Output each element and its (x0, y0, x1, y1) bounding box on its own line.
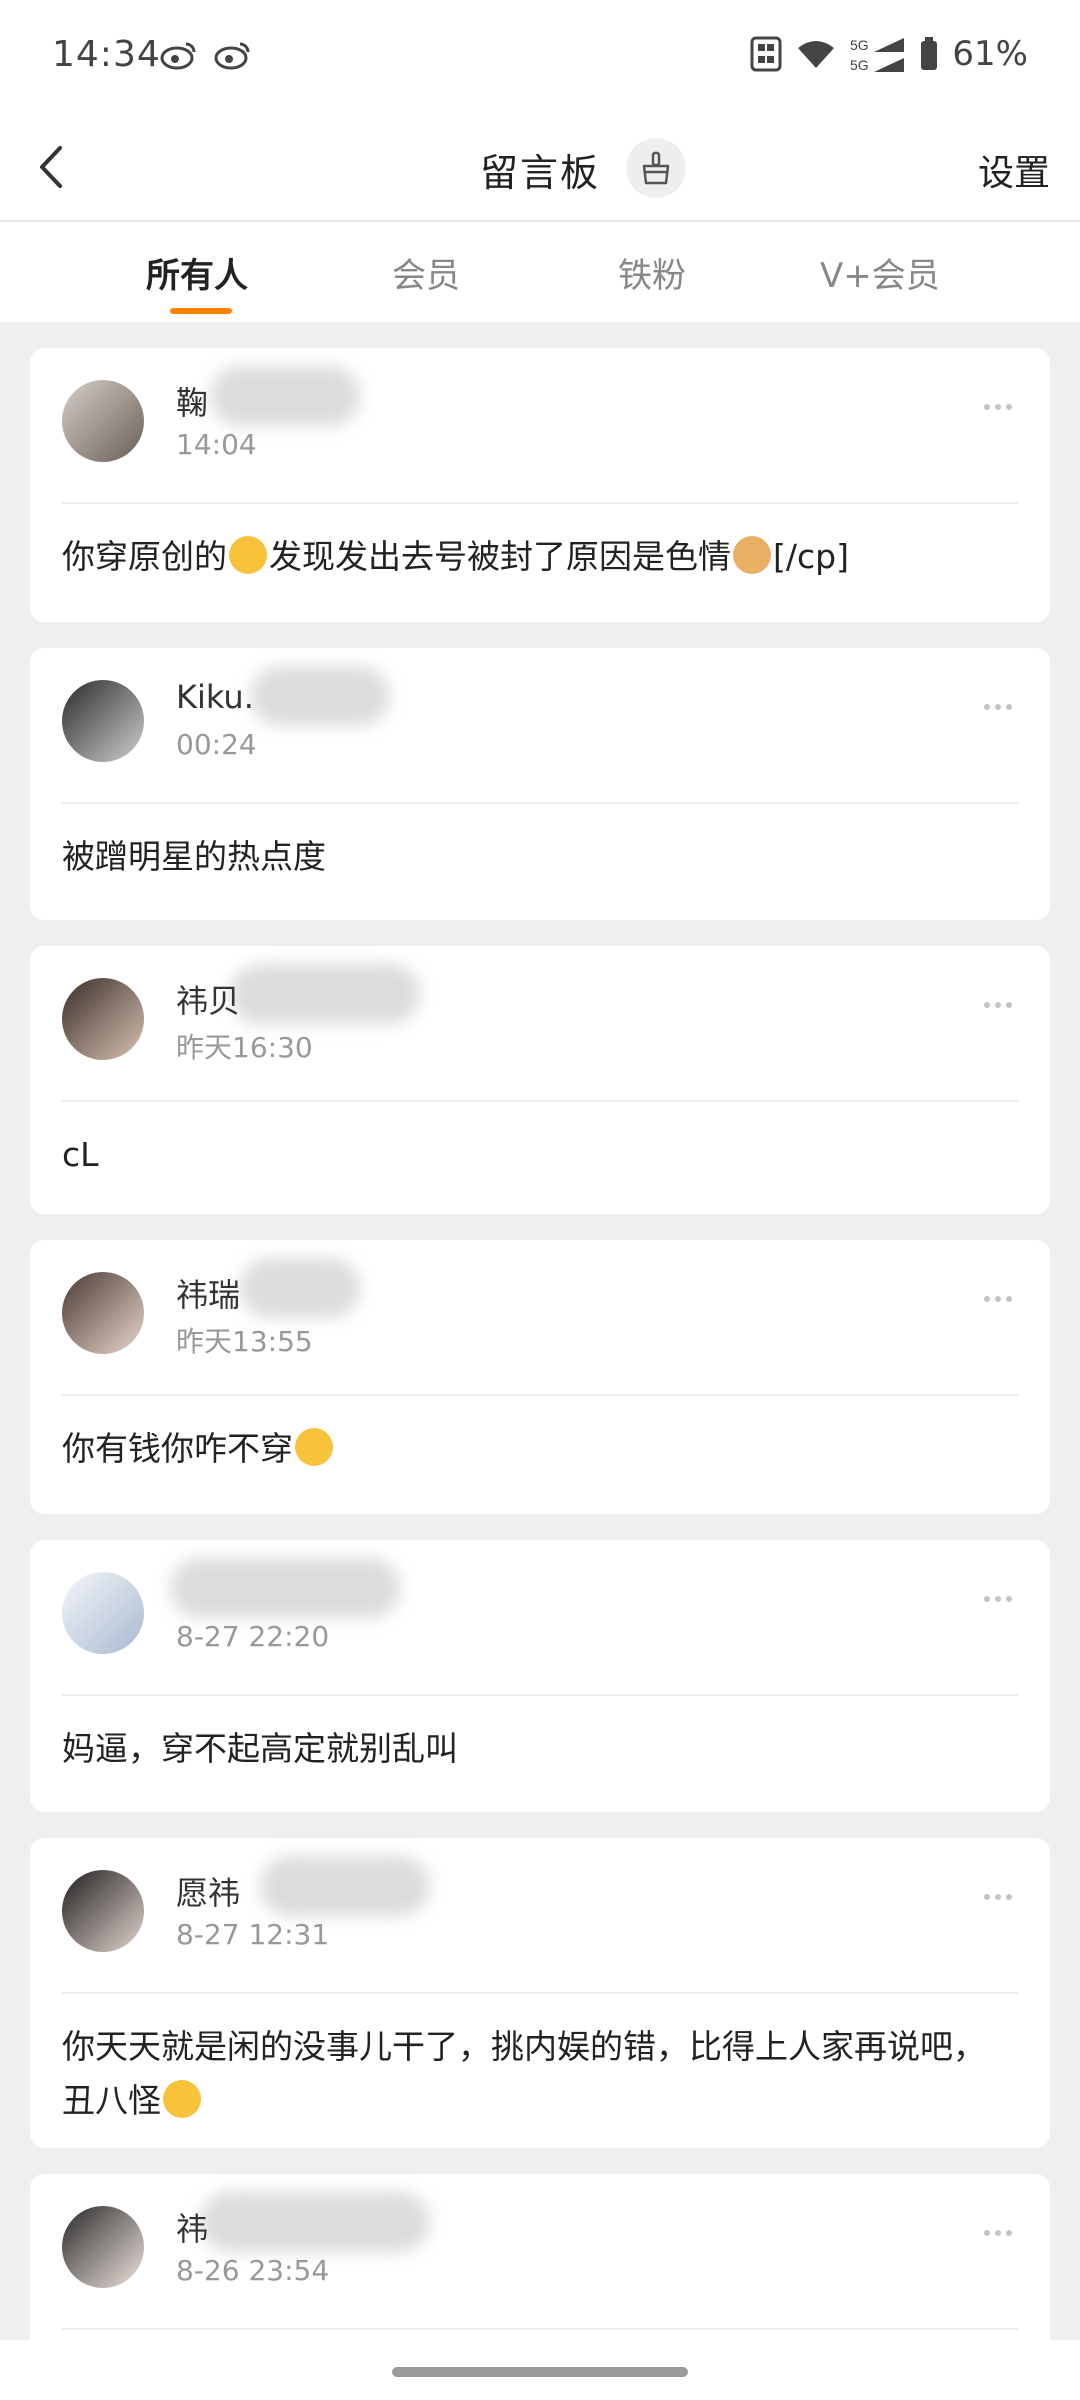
avatar[interactable] (62, 1870, 144, 1952)
message-time: 8-27 12:31 (176, 1918, 330, 1951)
message-text: 被蹭明星的热点度 (62, 837, 326, 876)
more-icon[interactable] (984, 404, 1020, 414)
message-text-part: 发现发出去号被封了原因是色情 (269, 537, 731, 576)
message-card: 鞠 14:04 你穿原创的 发现发出去号被封了原因是色情 [/cp] (30, 348, 1050, 622)
tab-members[interactable]: 会员 (392, 248, 460, 297)
home-indicator[interactable] (392, 2367, 688, 2377)
nfc-icon (750, 36, 782, 72)
more-icon[interactable] (984, 1296, 1020, 1306)
tab-iron-fans[interactable]: 铁粉 (618, 248, 686, 297)
user-name[interactable]: Kiku. (176, 678, 254, 716)
smirk-emoji-icon (163, 2080, 201, 2118)
message-card: 愿祎 8-27 12:31 你天天就是闲的没事儿干了，挑内娱的错，比得上人家再说… (30, 1838, 1050, 2148)
doge-emoji-icon (733, 536, 771, 574)
tab-vplus-members[interactable]: V+会员 (820, 248, 940, 297)
name-blur (240, 1258, 360, 1318)
network-label: 5G (850, 37, 869, 53)
more-icon[interactable] (984, 1002, 1020, 1012)
message-text-part: 你天天就是闲的没事儿干了，挑内娱的错，比得上人家再说吧，丑八怪 (62, 2027, 986, 2120)
name-blur (210, 366, 360, 426)
name-blur (230, 964, 420, 1024)
avatar[interactable] (62, 2206, 144, 2288)
message-text: 你穿原创的 发现发出去号被封了原因是色情 [/cp] (62, 530, 1018, 584)
message-card: 祎瑞 昨天13:55 你有钱你咋不穿 (30, 1240, 1050, 1514)
message-card: 祎贝 昨天16:30 cL (30, 946, 1050, 1214)
user-name[interactable]: 鞠 (176, 378, 208, 424)
wifi-icon (798, 41, 835, 68)
avatar[interactable] (62, 380, 144, 462)
status-indicators: 5G 5G 61% (750, 34, 1028, 74)
message-card: Kiku. 00:24 被蹭明星的热点度 (30, 648, 1050, 920)
message-text-part: 你有钱你咋不穿 (62, 1429, 293, 1468)
message-text: 妈逼，穿不起高定就别乱叫 (62, 1729, 458, 1768)
divider (62, 502, 1018, 504)
user-name[interactable]: 祎 (176, 2204, 208, 2250)
divider (62, 1100, 1018, 1102)
divider (62, 1992, 1018, 1994)
tab-bar: 所有人 会员 铁粉 V+会员 (0, 222, 1080, 322)
message-text: cL (62, 1135, 99, 1174)
name-blur (170, 1558, 400, 1618)
message-time: 14:04 (176, 428, 257, 461)
broom-icon (642, 151, 670, 185)
message-text: 你有钱你咋不穿 (62, 1422, 1018, 1476)
more-icon[interactable] (984, 704, 1020, 714)
battery-icon (921, 37, 938, 70)
weibo-icon (160, 42, 196, 70)
message-time: 昨天13:55 (176, 1325, 313, 1358)
message-text-part: 你穿原创的 (62, 537, 227, 576)
message-time: 昨天16:30 (176, 1031, 313, 1064)
tab-all[interactable]: 所有人 (146, 248, 248, 297)
header: 留言板 设置 (0, 112, 1080, 222)
back-icon[interactable] (30, 142, 80, 192)
message-card: 8-27 22:20 妈逼，穿不起高定就别乱叫 (30, 1540, 1050, 1812)
user-name[interactable]: 祎贝 (176, 976, 240, 1022)
message-text-part: [/cp] (773, 537, 849, 576)
more-icon[interactable] (984, 1894, 1020, 1904)
more-icon[interactable] (984, 1596, 1020, 1606)
network-label: 5G (850, 57, 869, 73)
avatar[interactable] (62, 1272, 144, 1354)
more-icon[interactable] (984, 2230, 1020, 2240)
fearful-emoji-icon (295, 1428, 333, 1466)
user-name[interactable]: 愿祎 (176, 1868, 240, 1914)
user-name[interactable]: 祎瑞 (176, 1270, 240, 1316)
avatar[interactable] (62, 1572, 144, 1654)
status-time: 14:34 (52, 34, 161, 75)
name-blur (200, 2192, 430, 2252)
divider (62, 1694, 1018, 1696)
divider (62, 802, 1018, 804)
message-time: 8-26 23:54 (176, 2254, 330, 2287)
message-text: 你天天就是闲的没事儿干了，挑内娱的错，比得上人家再说吧，丑八怪 (62, 2020, 1018, 2128)
avatar[interactable] (62, 680, 144, 762)
page-title: 留言板 (480, 151, 601, 195)
message-time: 00:24 (176, 728, 257, 761)
laugh-cry-emoji-icon (229, 536, 267, 574)
divider (62, 2328, 1018, 2330)
settings-button[interactable]: 设置 (978, 144, 1050, 196)
signal-icon: 5G 5G (850, 37, 905, 73)
message-time: 8-27 22:20 (176, 1620, 330, 1653)
name-blur (250, 666, 390, 726)
name-blur (260, 1856, 430, 1916)
tab-active-indicator (170, 308, 232, 314)
weibo-icon (214, 42, 250, 70)
avatar[interactable] (62, 978, 144, 1060)
divider (62, 1394, 1018, 1396)
status-bar: 14:34 5G 5G 61% (0, 0, 1080, 112)
battery-percent: 61% (952, 34, 1028, 74)
clean-button[interactable] (626, 138, 686, 198)
